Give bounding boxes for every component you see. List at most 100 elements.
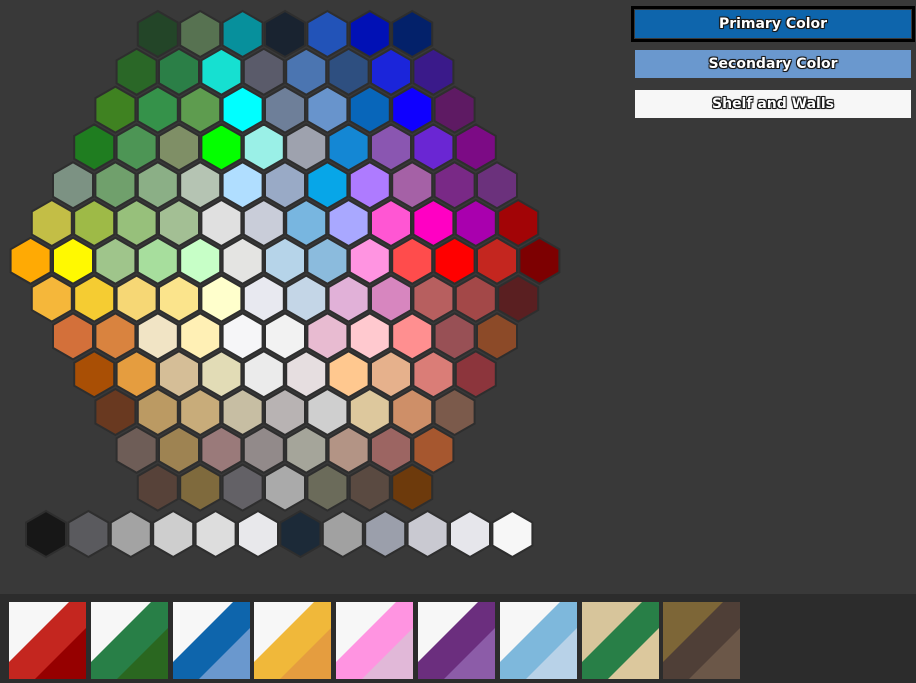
color-swatch[interactable] <box>306 236 349 285</box>
color-swatch[interactable] <box>94 85 137 134</box>
gray-swatch[interactable] <box>25 509 67 559</box>
color-swatch[interactable] <box>306 9 349 59</box>
color-swatch[interactable] <box>370 274 412 323</box>
gray-swatch[interactable] <box>449 509 491 559</box>
color-swatch[interactable] <box>94 387 137 437</box>
color-swatch[interactable] <box>327 425 370 474</box>
gray-swatch[interactable] <box>279 509 322 559</box>
color-swatch[interactable] <box>497 198 540 248</box>
color-swatch[interactable] <box>285 198 328 248</box>
color-swatch[interactable] <box>158 198 200 248</box>
gray-swatch[interactable] <box>491 509 534 559</box>
color-swatch[interactable] <box>221 387 264 437</box>
preset-tan-green[interactable] <box>581 602 659 679</box>
color-swatch[interactable] <box>73 274 116 323</box>
color-swatch[interactable] <box>476 236 518 285</box>
color-swatch[interactable] <box>391 387 434 437</box>
color-swatch[interactable] <box>285 425 328 474</box>
gray-swatch[interactable] <box>321 509 364 559</box>
color-swatch[interactable] <box>433 312 476 361</box>
color-swatch[interactable] <box>348 387 391 437</box>
color-swatch[interactable] <box>158 274 200 323</box>
color-swatch[interactable] <box>391 85 434 134</box>
color-swatch[interactable] <box>115 47 158 96</box>
color-swatch[interactable] <box>179 387 222 437</box>
color-swatch[interactable] <box>158 425 200 474</box>
color-swatch[interactable] <box>179 161 222 210</box>
color-swatch[interactable] <box>454 350 497 399</box>
gray-swatch[interactable] <box>237 509 279 559</box>
color-swatch[interactable] <box>497 274 540 323</box>
color-swatch[interactable] <box>115 123 158 172</box>
color-swatch[interactable] <box>327 198 370 248</box>
color-swatch[interactable] <box>73 350 116 399</box>
color-swatch[interactable] <box>200 274 243 323</box>
color-swatch[interactable] <box>412 350 455 399</box>
preset-green[interactable] <box>90 602 168 679</box>
color-swatch[interactable] <box>412 274 455 323</box>
color-swatch[interactable] <box>412 425 455 474</box>
color-swatch[interactable] <box>433 161 476 210</box>
color-swatch[interactable] <box>221 312 264 361</box>
color-swatch[interactable] <box>370 47 412 96</box>
color-swatch[interactable] <box>370 198 412 248</box>
color-swatch[interactable] <box>454 123 497 172</box>
color-swatch[interactable] <box>115 425 158 474</box>
color-swatch[interactable] <box>221 9 264 59</box>
color-swatch[interactable] <box>52 161 94 210</box>
color-swatch[interactable] <box>179 312 222 361</box>
color-swatch[interactable] <box>73 198 116 248</box>
gray-swatch[interactable] <box>109 509 152 559</box>
color-swatch[interactable] <box>136 85 179 134</box>
color-swatch[interactable] <box>30 198 73 248</box>
color-swatch[interactable] <box>285 274 328 323</box>
color-swatch[interactable] <box>391 312 434 361</box>
color-swatch[interactable] <box>242 425 285 474</box>
color-swatch[interactable] <box>433 236 476 285</box>
color-swatch[interactable] <box>327 274 370 323</box>
color-swatch[interactable] <box>370 123 412 172</box>
color-swatch[interactable] <box>285 123 328 172</box>
preset-light-blue[interactable] <box>499 602 577 679</box>
color-swatch[interactable] <box>476 312 518 361</box>
color-swatch[interactable] <box>264 9 306 59</box>
color-swatch[interactable] <box>136 463 179 512</box>
color-swatch[interactable] <box>327 350 370 399</box>
color-swatch[interactable] <box>348 236 391 285</box>
color-swatch[interactable] <box>306 85 349 134</box>
preset-yellow[interactable] <box>254 602 332 679</box>
color-swatch[interactable] <box>264 85 306 134</box>
color-swatch[interactable] <box>285 47 328 96</box>
preset-red[interactable] <box>9 602 86 679</box>
color-swatch[interactable] <box>242 47 285 96</box>
gray-swatch[interactable] <box>152 509 195 559</box>
color-swatch[interactable] <box>412 198 455 248</box>
color-swatch[interactable] <box>454 274 497 323</box>
color-swatch[interactable] <box>94 312 137 361</box>
color-swatch[interactable] <box>327 123 370 172</box>
color-swatch[interactable] <box>454 198 497 248</box>
color-swatch[interactable] <box>94 161 137 210</box>
color-swatch[interactable] <box>52 236 94 285</box>
color-swatch[interactable] <box>285 350 328 399</box>
color-swatch[interactable] <box>179 236 222 285</box>
preset-pink[interactable] <box>336 602 414 679</box>
color-swatch[interactable] <box>200 198 243 248</box>
color-swatch[interactable] <box>264 387 306 437</box>
color-swatch[interactable] <box>158 350 200 399</box>
color-swatch[interactable] <box>115 274 158 323</box>
color-swatch[interactable] <box>221 463 264 512</box>
primary-color-button[interactable]: Primary Color <box>631 6 915 42</box>
color-swatch[interactable] <box>306 312 349 361</box>
color-swatch[interactable] <box>264 312 306 361</box>
secondary-color-button[interactable]: Secondary Color <box>635 50 911 78</box>
color-swatch[interactable] <box>200 350 243 399</box>
color-swatch[interactable] <box>115 350 158 399</box>
color-swatch[interactable] <box>158 47 200 96</box>
color-swatch[interactable] <box>433 85 476 134</box>
shelf-and-walls-button[interactable]: Shelf and Walls <box>635 90 911 118</box>
color-swatch[interactable] <box>242 274 285 323</box>
color-swatch[interactable] <box>370 350 412 399</box>
color-swatch[interactable] <box>221 236 264 285</box>
color-swatch[interactable] <box>200 47 243 96</box>
